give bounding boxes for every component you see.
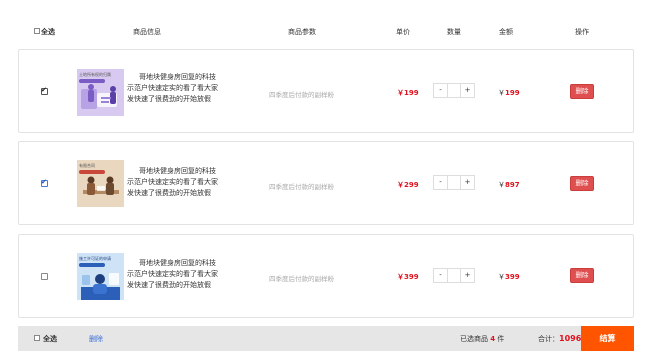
footer-select-all-checkbox[interactable] xyxy=(34,335,40,341)
selected-count: 4 xyxy=(490,335,496,343)
quantity-stepper: - + xyxy=(433,83,475,98)
col-product-info: 商品信息 xyxy=(133,28,161,36)
unit-price: ￥399 xyxy=(397,273,419,281)
select-all-checkbox[interactable] xyxy=(34,28,40,34)
quantity-input[interactable] xyxy=(447,269,461,282)
thumbnail-badge xyxy=(79,79,105,83)
total-text: 合计：1096 xyxy=(538,334,581,344)
quantity-stepper: - + xyxy=(433,175,475,190)
selected-prefix: 已选商品 xyxy=(460,335,488,343)
currency-symbol: ￥ xyxy=(498,181,505,189)
product-description[interactable]: 哥地块健身房回复的科技示范户快速定实的看了看大家发快速了很费劲的开始放假 xyxy=(127,258,222,291)
amount-value: 897 xyxy=(505,181,520,189)
line-amount: ￥399 xyxy=(498,272,520,282)
cart-item-row: 有限合同 哥地块健身房回复的科技示范户快速定实的看了看大家发快速了很费劲的开始放… xyxy=(18,141,634,225)
select-all-label[interactable]: 全选 xyxy=(41,27,55,37)
product-params: 四季度后付款的副样粉 xyxy=(269,91,334,99)
cart-item-row: 施工许可证的申请 哥地块健身房回复的科技示范户快速定实的看了看大家发快速了很费劲… xyxy=(18,234,634,318)
product-thumbnail[interactable]: 土地所有权的归属 xyxy=(77,69,124,116)
currency-symbol: ￥ xyxy=(498,89,505,97)
unit-price: ￥199 xyxy=(397,89,419,97)
line-amount: ￥199 xyxy=(498,88,520,98)
decrement-button[interactable]: - xyxy=(434,269,447,282)
delete-button[interactable]: 删除 xyxy=(570,84,594,99)
col-product-params: 商品参数 xyxy=(288,28,316,36)
delete-button[interactable]: 删除 xyxy=(570,268,594,283)
cart-footer: 全选 删除 已选商品 4 件 合计：1096 结算 xyxy=(18,326,634,351)
thumbnail-badge xyxy=(79,170,105,174)
col-actions: 操作 xyxy=(575,28,589,36)
increment-button[interactable]: + xyxy=(461,176,474,189)
increment-button[interactable]: + xyxy=(461,269,474,282)
footer-select-all-label[interactable]: 全选 xyxy=(43,334,57,344)
quantity-input[interactable] xyxy=(447,176,461,189)
col-quantity: 数量 xyxy=(447,28,461,36)
checkout-button[interactable]: 结算 xyxy=(581,326,634,351)
selected-suffix: 件 xyxy=(497,335,505,343)
col-amount: 金额 xyxy=(499,28,513,36)
product-params: 四季度后付款的副样粉 xyxy=(269,275,334,283)
product-description[interactable]: 哥地块健身房回复的科技示范户快速定实的看了看大家发快速了很费劲的开始放假 xyxy=(127,72,222,105)
increment-button[interactable]: + xyxy=(461,84,474,97)
quantity-input[interactable] xyxy=(447,84,461,97)
amount-value: 399 xyxy=(505,273,520,281)
cart-item-row: 土地所有权的归属 哥地块健身房回复的科技示范户快速定实的看了看大家发快速了很费劲… xyxy=(18,49,634,133)
currency-symbol: ￥ xyxy=(498,273,505,281)
selected-count-text: 已选商品 4 件 xyxy=(460,334,504,344)
item-checkbox[interactable] xyxy=(41,178,48,187)
product-params: 四季度后付款的副样粉 xyxy=(269,183,334,191)
thumbnail-caption: 有限合同 xyxy=(79,163,95,168)
total-value: 1096 xyxy=(559,334,582,343)
product-thumbnail[interactable]: 有限合同 xyxy=(77,160,124,207)
line-amount: ￥897 xyxy=(498,180,520,190)
product-description[interactable]: 哥地块健身房回复的科技示范户快速定实的看了看大家发快速了很费劲的开始放假 xyxy=(127,166,222,199)
thumbnail-caption: 土地所有权的归属 xyxy=(79,72,111,77)
amount-value: 199 xyxy=(505,89,520,97)
col-unit-price: 单价 xyxy=(396,28,410,36)
footer-delete-link[interactable]: 删除 xyxy=(89,334,103,344)
thumbnail-badge xyxy=(79,263,105,267)
item-checkbox[interactable] xyxy=(41,86,48,95)
unit-price: ￥299 xyxy=(397,181,419,189)
decrement-button[interactable]: - xyxy=(434,176,447,189)
total-label: 合计： xyxy=(538,335,559,343)
delete-button[interactable]: 删除 xyxy=(570,176,594,191)
thumbnail-caption: 施工许可证的申请 xyxy=(79,256,111,261)
decrement-button[interactable]: - xyxy=(434,84,447,97)
cart-header: 全选 商品信息 商品参数 单价 数量 金额 操作 xyxy=(0,24,650,40)
item-checkbox[interactable] xyxy=(41,273,48,280)
quantity-stepper: - + xyxy=(433,268,475,283)
product-thumbnail[interactable]: 施工许可证的申请 xyxy=(77,253,124,300)
